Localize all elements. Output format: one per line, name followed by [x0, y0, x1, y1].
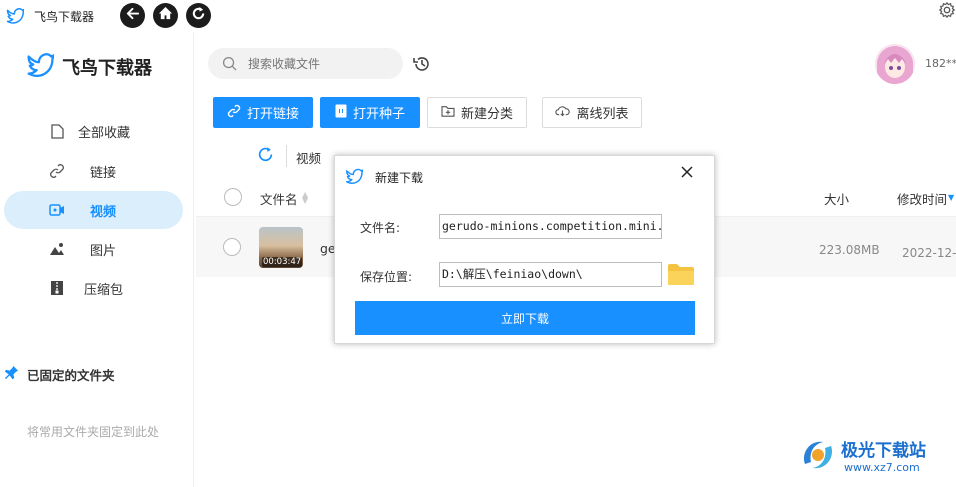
back-button[interactable] [120, 3, 145, 28]
link-icon [48, 162, 66, 180]
header-name[interactable]: 文件名 [260, 189, 298, 208]
new-category-button[interactable]: 新建分类 [427, 97, 527, 128]
home-button[interactable] [153, 3, 178, 28]
image-icon [48, 240, 66, 258]
new-category-label: 新建分类 [460, 107, 513, 122]
offline-list-button[interactable]: 离线列表 [542, 97, 642, 128]
sidebar: 飞鸟下载器 全部收藏 链接 视频 图片 压缩包 已固定的文件夹 将常用文件夹固定… [0, 32, 194, 487]
close-icon[interactable] [680, 164, 694, 183]
brand-logo-icon [26, 52, 55, 81]
video-icon [48, 201, 66, 219]
history-icon[interactable] [413, 55, 431, 77]
app-logo-icon [6, 7, 25, 28]
sidebar-item-label: 全部收藏 [78, 125, 131, 141]
user-name[interactable]: 182*** [925, 57, 956, 70]
sidebar-item-all[interactable]: 全部收藏 [4, 112, 183, 150]
sidebar-item-label: 视频 [90, 204, 117, 220]
pinned-title: 已固定的文件夹 [27, 368, 115, 383]
breadcrumb-divider [286, 145, 287, 167]
document-icon [48, 122, 66, 140]
sidebar-item-label: 链接 [90, 165, 117, 181]
sort-desc-icon[interactable]: ▼ [948, 193, 954, 202]
dialog-logo-icon [345, 168, 364, 188]
header-size[interactable]: 大小 [824, 189, 849, 208]
open-torrent-button[interactable]: 打开种子 [320, 97, 420, 128]
refresh-icon [191, 6, 206, 25]
row-checkbox[interactable] [223, 238, 241, 256]
row-modified: 2022-12-2 [902, 246, 956, 260]
select-all-checkbox[interactable] [224, 188, 242, 206]
watermark-logo-icon [797, 434, 839, 480]
link-icon [227, 104, 241, 122]
brand-name: 飞鸟下载器 [62, 57, 152, 79]
sidebar-item-links[interactable]: 链接 [4, 152, 183, 190]
dialog-title: 新建下载 [375, 171, 424, 185]
watermark-brand: 极光下载站 [841, 441, 926, 461]
sidebar-item-video[interactable]: 视频 [4, 191, 183, 229]
title-bar: 飞鸟下载器 [0, 0, 956, 32]
search-input[interactable] [248, 54, 393, 73]
open-link-button[interactable]: 打开链接 [213, 97, 313, 128]
open-link-label: 打开链接 [246, 107, 299, 122]
brand: 飞鸟下载器 [26, 52, 152, 81]
video-thumbnail: 00:03:47 [259, 227, 303, 268]
search-box[interactable] [208, 48, 403, 79]
folder-icon[interactable] [667, 263, 695, 290]
new-download-dialog: 新建下载 文件名: gerudo-minions.competition.min… [334, 155, 715, 344]
save-location-label: 保存位置: [360, 270, 413, 284]
refresh-button[interactable] [186, 3, 211, 28]
watermark-url: www.xz7.com [844, 461, 920, 474]
sidebar-item-label: 压缩包 [84, 282, 124, 298]
breadcrumb: 视频 [296, 151, 322, 166]
download-now-button[interactable]: 立即下载 [355, 301, 695, 335]
download-now-label: 立即下载 [500, 311, 549, 326]
folder-plus-icon [441, 105, 455, 121]
filename-label: 文件名: [360, 221, 401, 235]
torrent-file-icon [335, 104, 347, 122]
archive-icon [48, 279, 66, 297]
pinned-hint: 将常用文件夹固定到此处 [27, 425, 160, 439]
sidebar-item-label: 图片 [90, 243, 117, 259]
row-size: 223.08MB [819, 243, 880, 257]
open-torrent-label: 打开种子 [352, 107, 405, 122]
home-icon [158, 6, 173, 25]
refresh-list-icon[interactable] [257, 146, 274, 167]
offline-list-label: 离线列表 [576, 107, 629, 122]
pinned-folders-header: 已固定的文件夹 [4, 365, 115, 384]
header-modified[interactable]: 修改时间 [897, 189, 947, 208]
pin-icon [4, 365, 19, 384]
watermark: 极光下载站 www.xz7.com [797, 434, 952, 478]
window-title: 飞鸟下载器 [34, 10, 95, 24]
sort-icon[interactable]: ▲ ▼ [302, 191, 308, 205]
sidebar-item-images[interactable]: 图片 [4, 230, 183, 268]
sidebar-item-archive[interactable]: 压缩包 [4, 269, 183, 307]
search-icon [222, 56, 237, 75]
settings-icon[interactable] [938, 1, 956, 23]
filename-field[interactable]: gerudo-minions.competition.mini.movie [439, 214, 662, 239]
save-location-field[interactable]: D:\解压\feiniao\down\ [439, 262, 662, 287]
arrow-left-icon [125, 6, 140, 25]
avatar[interactable] [875, 44, 915, 84]
video-duration: 00:03:47 [262, 257, 303, 267]
cloud-download-icon [555, 104, 571, 121]
